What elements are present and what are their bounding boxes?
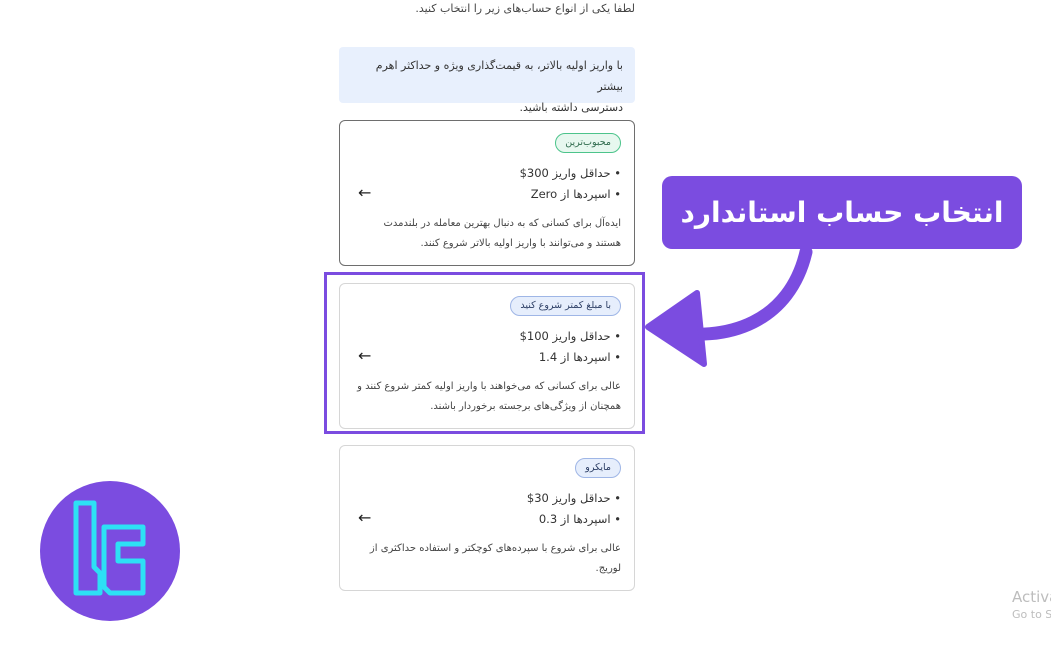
tl-logo-icon — [40, 481, 180, 621]
watermark-line-2: Go to S — [1012, 608, 1051, 621]
callout-label: انتخاب حساب استاندارد — [662, 176, 1022, 249]
watermark-line-1: Activa — [1012, 588, 1051, 606]
activation-watermark: Activa Go to S — [1012, 588, 1051, 624]
